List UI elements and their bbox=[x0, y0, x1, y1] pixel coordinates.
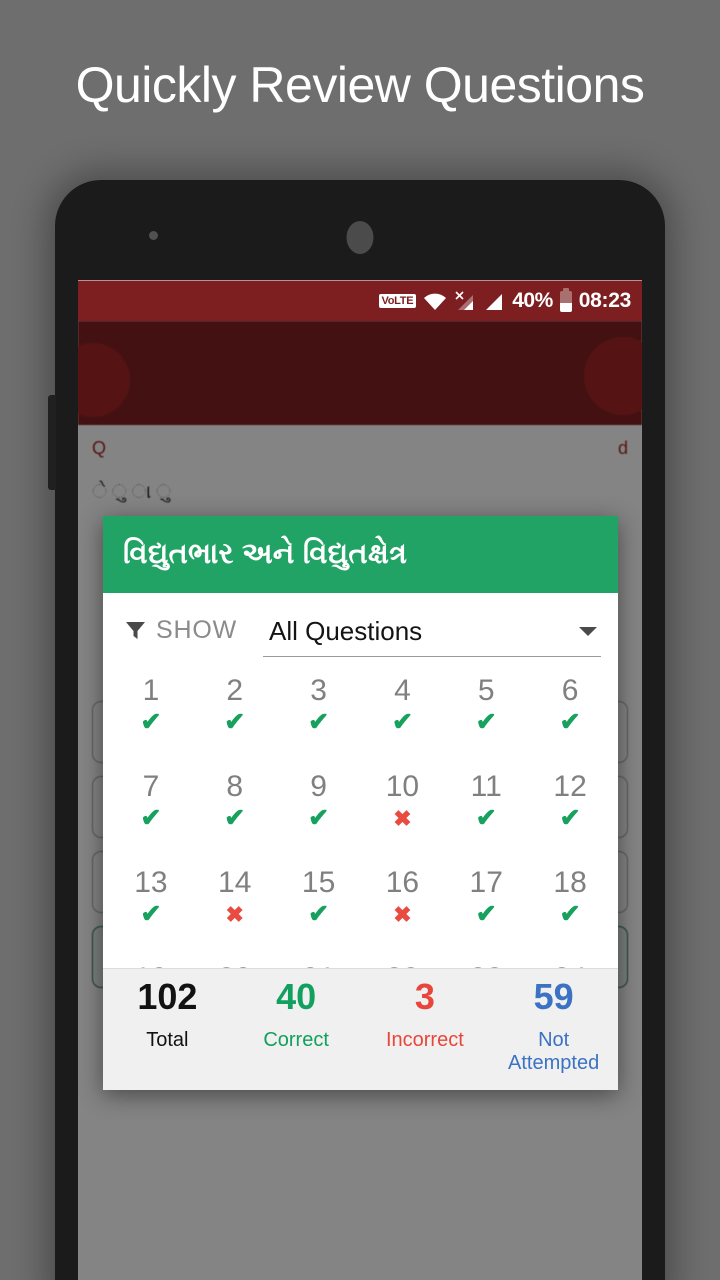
summary-incorrect-value: 3 bbox=[414, 976, 435, 1017]
question-cell[interactable]: 2 ✔ bbox=[193, 667, 277, 763]
question-number: 10 bbox=[385, 770, 420, 803]
question-number: 9 bbox=[310, 770, 327, 803]
question-cell[interactable]: 8 ✔ bbox=[193, 763, 277, 859]
question-cell[interactable]: 24✔ bbox=[528, 955, 612, 968]
check-icon: ✔ bbox=[140, 708, 162, 736]
battery-icon bbox=[559, 287, 572, 312]
question-number: 7 bbox=[142, 770, 160, 803]
question-number: 5 bbox=[477, 674, 495, 707]
page-title: Quickly Review Questions bbox=[75, 57, 645, 113]
question-number: 3 bbox=[310, 674, 327, 707]
question-number: 2 bbox=[226, 674, 244, 707]
question-cell[interactable]: 16 ✖ bbox=[361, 859, 445, 955]
check-icon: ✔ bbox=[475, 708, 497, 736]
question-number: 13 bbox=[134, 866, 168, 899]
status-bar-clock: 08:23 bbox=[578, 289, 632, 312]
question-cell[interactable]: 3 ✔ bbox=[277, 667, 361, 763]
check-icon: ✔ bbox=[308, 804, 330, 832]
question-number: 4 bbox=[394, 674, 411, 707]
check-icon: ✔ bbox=[140, 804, 162, 832]
check-icon: ✔ bbox=[475, 804, 497, 832]
question-cell[interactable]: 21✔ bbox=[277, 955, 361, 968]
cross-icon: ✖ bbox=[393, 805, 412, 831]
filter-funnel-icon bbox=[125, 620, 146, 641]
summary-total-value: 102 bbox=[137, 976, 198, 1017]
summary-correct-value: 40 bbox=[276, 976, 317, 1017]
question-number: 18 bbox=[553, 866, 587, 899]
check-icon: ✔ bbox=[140, 900, 162, 928]
filter-label: SHOW bbox=[156, 615, 237, 644]
question-cell[interactable]: 14 ✖ bbox=[193, 859, 277, 955]
phone-screen: VoLTE 40% 08:23 Q d ે ુ ા ુ વિદ્યુતભાર અ… bbox=[78, 280, 642, 1280]
summary-incorrect: 3 Incorrect bbox=[361, 979, 490, 1052]
check-icon: ✔ bbox=[559, 900, 581, 928]
check-icon: ✔ bbox=[308, 708, 330, 736]
summary-correct: 40 Correct bbox=[232, 979, 361, 1052]
check-icon: ✔ bbox=[224, 708, 246, 736]
question-cell[interactable]: 15 ✔ bbox=[277, 859, 361, 955]
check-icon: ✔ bbox=[559, 804, 581, 832]
question-number: 16 bbox=[385, 866, 420, 899]
question-number-grid: 1 ✔ 2 ✔ 3 ✔ 4 ✔ 5 ✔ 6 ✔ 7 ✔ 8 ✔ 9 ✔ 10 ✖ 11 ✔ 12 ✔ 13 ✔ 14 ✖ 15 ✔ 16 ✖ 1… bbox=[103, 667, 618, 968]
cross-icon: ✖ bbox=[393, 901, 412, 927]
phone-side-button bbox=[48, 395, 56, 490]
summary-bar: 102 Total 40 Correct 3 Incorrect 59 Not Attempt… bbox=[103, 968, 618, 1090]
check-icon: ✔ bbox=[475, 900, 497, 928]
question-number: 12 bbox=[553, 770, 587, 803]
question-number: 6 bbox=[561, 674, 579, 707]
question-filter-value: All Questions bbox=[268, 615, 423, 646]
question-cell[interactable]: 19✔ bbox=[109, 955, 193, 968]
summary-incorrect-label: Incorrect bbox=[385, 1029, 464, 1051]
check-icon: ✔ bbox=[308, 900, 330, 928]
summary-total-label: Total bbox=[146, 1029, 189, 1051]
check-icon: ✔ bbox=[224, 804, 246, 832]
review-questions-dialog: વિદ્યુતભાર અને વિદ્યુતક્ષેત્ર SHOW All Q… bbox=[103, 516, 618, 1090]
summary-not-attempted-label: Not Attempted bbox=[508, 1029, 600, 1074]
chevron-down-icon bbox=[579, 626, 597, 636]
question-number: 15 bbox=[301, 866, 336, 899]
question-cell[interactable]: 10 ✖ bbox=[361, 763, 445, 859]
wifi-icon bbox=[423, 292, 447, 311]
summary-not-attempted-value: 59 bbox=[533, 976, 574, 1017]
question-cell[interactable]: 5 ✔ bbox=[444, 667, 528, 763]
question-cell[interactable]: 12 ✔ bbox=[528, 763, 612, 859]
filter-row: SHOW All Questions bbox=[103, 593, 618, 667]
question-cell[interactable]: 18 ✔ bbox=[528, 859, 612, 955]
question-cell[interactable]: 11 ✔ bbox=[444, 763, 528, 859]
question-cell[interactable]: 4 ✔ bbox=[361, 667, 445, 763]
question-number: 11 bbox=[470, 770, 502, 803]
question-number: 14 bbox=[218, 866, 252, 899]
check-icon: ✔ bbox=[559, 708, 581, 736]
question-cell[interactable]: 7 ✔ bbox=[109, 763, 193, 859]
status-bar: VoLTE 40% 08:23 bbox=[78, 280, 642, 321]
summary-not-attempted: 59 Not Attempted bbox=[489, 979, 618, 1075]
question-cell[interactable]: 17 ✔ bbox=[444, 859, 528, 955]
question-number: 1 bbox=[142, 674, 160, 707]
question-cell[interactable]: 6 ✔ bbox=[528, 667, 612, 763]
summary-correct-label: Correct bbox=[263, 1029, 329, 1051]
signal-bars-icon bbox=[483, 291, 505, 312]
question-cell[interactable]: 13 ✔ bbox=[109, 859, 193, 955]
question-cell[interactable]: 1 ✔ bbox=[109, 667, 193, 763]
volte-icon: VoLTE bbox=[378, 293, 417, 309]
summary-total: 102 Total bbox=[103, 979, 232, 1052]
phone-earpiece bbox=[346, 221, 374, 254]
dialog-title: વિદ્યુતભાર અને વિદ્યુતક્ષેત્ર bbox=[123, 538, 408, 570]
phone-sensor bbox=[149, 231, 158, 240]
question-cell[interactable]: 23✔ bbox=[444, 955, 528, 968]
battery-percent-label: 40% bbox=[512, 289, 553, 312]
question-filter-dropdown[interactable]: All Questions bbox=[262, 610, 601, 657]
dialog-header: વિદ્યુતભાર અને વિદ્યુતક્ષેત્ર bbox=[103, 516, 618, 593]
question-number: 17 bbox=[469, 866, 503, 899]
question-cell[interactable]: 20✔ bbox=[193, 955, 277, 968]
cross-icon: ✖ bbox=[225, 901, 244, 927]
phone-device-frame: VoLTE 40% 08:23 Q d ે ુ ા ુ વિદ્યુતભાર અ… bbox=[48, 180, 665, 1280]
question-number: 8 bbox=[226, 770, 244, 803]
signal-no-sim-icon bbox=[454, 290, 476, 312]
question-cell[interactable]: 22✔ bbox=[361, 955, 445, 968]
check-icon: ✔ bbox=[391, 708, 413, 736]
question-cell[interactable]: 9 ✔ bbox=[277, 763, 361, 859]
